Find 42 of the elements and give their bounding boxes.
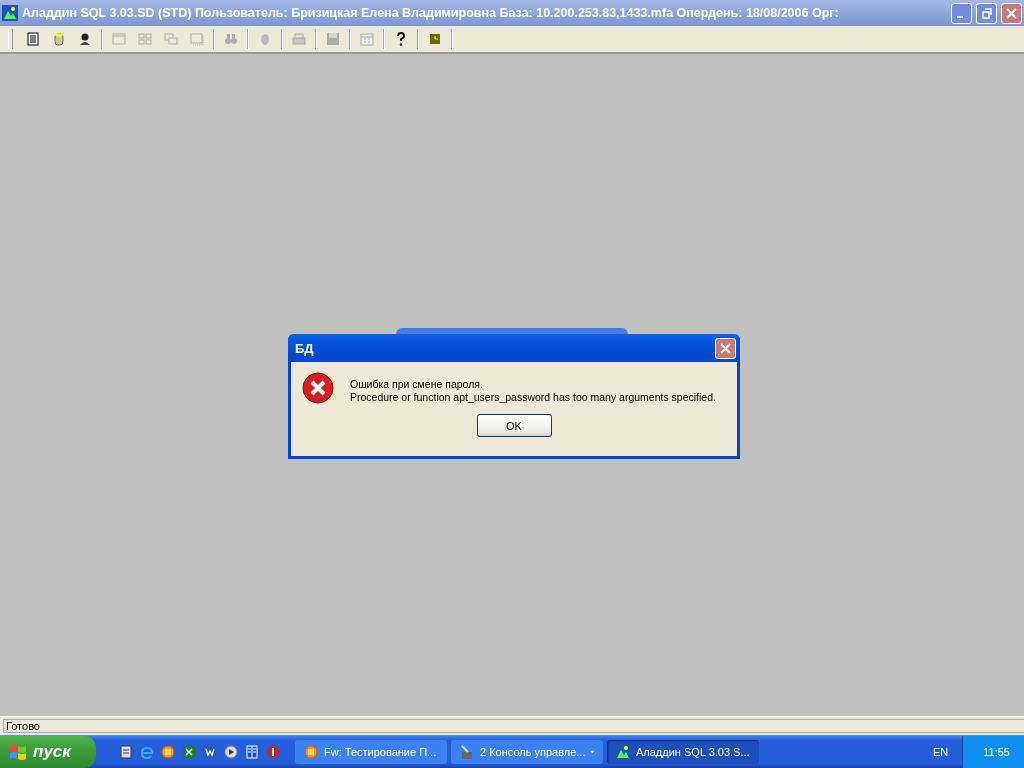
printer-icon xyxy=(291,31,307,47)
binoculars-icon xyxy=(223,31,239,47)
window-icon xyxy=(111,31,127,47)
document-w-icon[interactable] xyxy=(202,744,218,760)
close-button[interactable] xyxy=(1001,2,1022,24)
windows-flag-icon xyxy=(8,743,28,761)
taskbar-button[interactable]: Аладдин SQL 3.03.S... xyxy=(607,740,759,764)
list-icon xyxy=(25,31,41,47)
status-text: Готово xyxy=(3,719,1024,733)
app-icon xyxy=(615,744,631,760)
restore-button[interactable] xyxy=(976,2,997,24)
floppy-icon xyxy=(325,31,341,47)
cascade-icon xyxy=(163,31,179,47)
media-player-icon[interactable] xyxy=(223,744,239,760)
close-icon xyxy=(719,341,732,355)
window-title: Аладдин SQL 3.03.SD (STD) Пользователь: Бризицкая Елена Владимировна База: 10.200.253.83,1433.mfa Опердень: 18/08/2006 Орг: xyxy=(22,6,840,20)
restore-icon xyxy=(980,6,993,20)
close-button[interactable] xyxy=(715,337,736,359)
language-indicator[interactable]: EN xyxy=(933,746,949,758)
notepad-icon[interactable] xyxy=(118,744,134,760)
minimize-button[interactable] xyxy=(951,2,972,24)
tile-icon xyxy=(137,31,153,47)
error-message: Procedure or function apt_users_password has too many arguments specified. xyxy=(350,391,716,403)
globe-e-icon[interactable] xyxy=(139,744,155,760)
calendar-icon xyxy=(359,31,375,47)
ok-button[interactable]: OK xyxy=(476,414,552,437)
close-icon xyxy=(1005,6,1018,20)
window-icon xyxy=(189,31,205,47)
start-button[interactable]: пуск xyxy=(0,736,96,768)
dialog-title: БД xyxy=(295,340,315,356)
error-message: Ошибка при смене пароля. xyxy=(350,378,484,390)
tools-icon xyxy=(459,744,475,760)
clock-icon xyxy=(427,31,443,47)
caret-icon xyxy=(590,750,595,754)
taskbar-button[interactable]: 2 Консоль управле... xyxy=(451,740,603,764)
app-icon xyxy=(2,5,18,21)
error-icon xyxy=(302,372,334,404)
minimize-icon xyxy=(956,16,963,18)
spreadsheet-icon[interactable] xyxy=(181,744,197,760)
book-icon[interactable] xyxy=(244,744,260,760)
clock: 11:55 xyxy=(983,746,1010,758)
taskbar-button[interactable]: Fw: Тестирование П... xyxy=(295,740,447,764)
